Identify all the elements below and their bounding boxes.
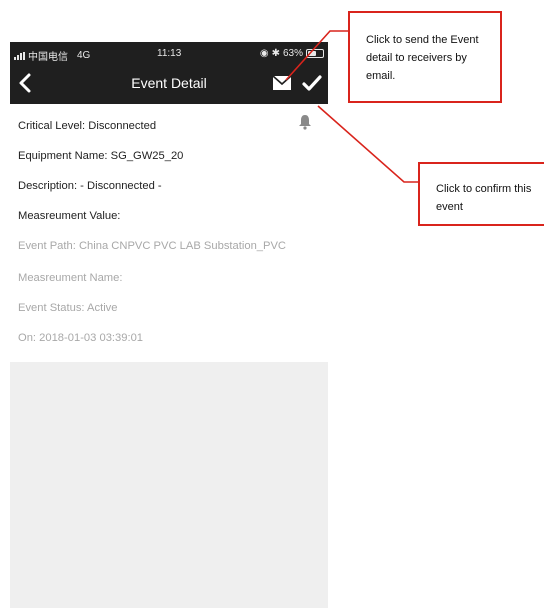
signal-icon	[14, 51, 25, 60]
confirm-callout: Click to confirm this event	[418, 162, 544, 226]
network-label: 4G	[77, 50, 91, 61]
carrier-label: 中国电信	[28, 52, 68, 63]
top-bar: 中国电信 4G 11:13 ◉ ✱ 63% Event Detail	[10, 42, 328, 104]
event-status: Event Status: Active	[18, 302, 118, 314]
checkmark-icon	[302, 75, 322, 91]
event-time: On: 2018-01-03 03:39:01	[18, 332, 144, 344]
bluetooth-icon: ✱	[271, 48, 280, 59]
measurement-value: Measreument Value:	[18, 210, 121, 222]
measurement-name: Measreument Name:	[18, 272, 123, 284]
location-icon: ◉	[259, 48, 269, 59]
battery-icon	[306, 49, 324, 58]
status-time: 11:13	[157, 48, 182, 59]
phone-screen: 中国电信 4G 11:13 ◉ ✱ 63% Event Detail Criti…	[10, 42, 328, 608]
empty-panel	[10, 362, 328, 608]
envelope-icon	[272, 75, 292, 90]
equipment-name: Equipment Name: SG_GW25_20	[18, 150, 184, 162]
confirm-callout-text: Click to confirm this event	[436, 183, 532, 213]
navbar: Event Detail	[10, 64, 328, 104]
confirm-button[interactable]	[302, 73, 322, 93]
email-callout-text: Click to send the Event detail to receiv…	[366, 34, 479, 82]
battery-label: 63%	[282, 48, 303, 59]
email-button[interactable]	[272, 74, 292, 92]
status-left: 中国电信 4G	[14, 48, 90, 63]
status-bar: 中国电信 4G 11:13 ◉ ✱ 63%	[10, 42, 328, 64]
status-right: ◉ ✱ 63%	[260, 48, 324, 59]
critical-level: Critical Level: Disconnected	[18, 120, 157, 132]
bell-icon	[299, 115, 311, 130]
annotated-screenshot: 中国电信 4G 11:13 ◉ ✱ 63% Event Detail Criti…	[0, 0, 544, 608]
email-callout: Click to send the Event detail to receiv…	[348, 11, 502, 103]
event-path: Event Path: China CNPVC PVC LAB Substati…	[18, 240, 287, 252]
description: Description: - Disconnected -	[18, 180, 162, 192]
